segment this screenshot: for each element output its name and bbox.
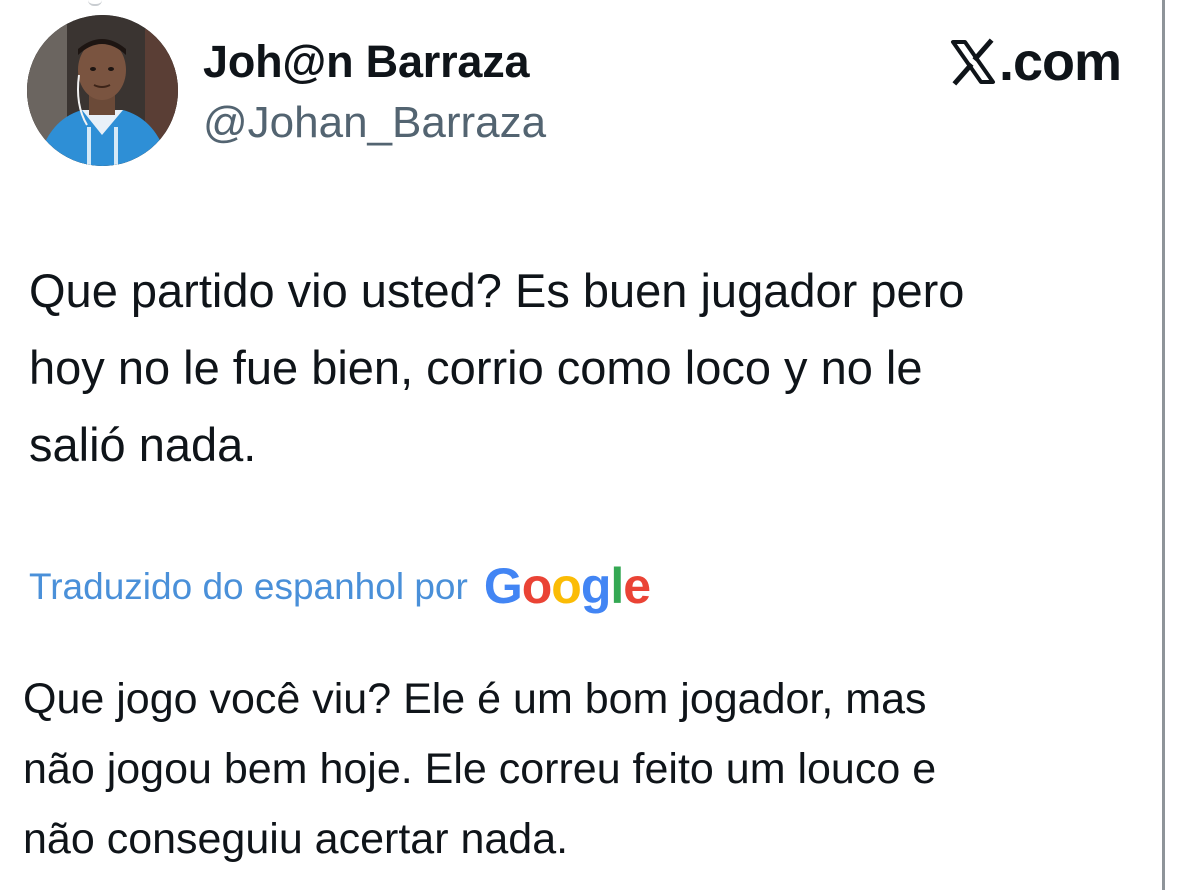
scrollbar-edge <box>1162 0 1165 890</box>
google-logo: Google <box>483 558 651 614</box>
avatar-image <box>27 15 178 166</box>
user-handle[interactable]: @Johan_Barraza <box>203 98 546 148</box>
x-logo-icon <box>950 38 995 86</box>
avatar[interactable] <box>27 15 178 166</box>
brand-watermark: .com <box>949 32 1122 92</box>
top-notch <box>88 0 102 6</box>
tweet-text: Que partido vio usted? Es buen jugador p… <box>29 264 965 471</box>
translation-label[interactable]: Traduzido do espanhol por <box>29 566 468 608</box>
translated-text: Que jogo você viu? Ele é um bom jogador,… <box>23 675 937 863</box>
tweet-card: Joh@n Barraza @Johan_Barraza .com Que pa… <box>0 0 1179 890</box>
brand-label: .com <box>998 32 1122 92</box>
translation-attribution: Traduzido do espanhol por Google <box>29 553 651 614</box>
display-name[interactable]: Joh@n Barraza <box>203 36 530 88</box>
